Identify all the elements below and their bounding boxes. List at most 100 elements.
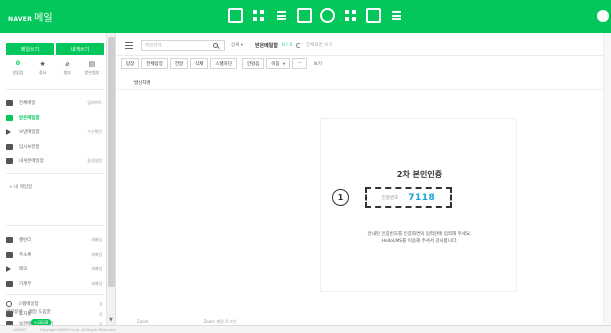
folder-name: 가계부 (19, 281, 32, 287)
mail-top-toolbar: 상세 ▾ 받은메일함 0 / 3 전체화면 보기 (117, 38, 611, 52)
auth-description: 안내된 인증번호를 인증화면의 입력란에 입력해 주세요. HelloLMS를 … (321, 231, 518, 245)
status-bar: NAVER Copyright NAVER Corp. All Rights R… (0, 325, 611, 333)
quick-filter-received-attachments[interactable]: ▤ 받은첨부 (80, 60, 104, 76)
mail-search-input[interactable] (145, 42, 211, 48)
folder-item[interactable]: 보낸메일함 수신확인 (6, 125, 102, 140)
calendar-app-icon[interactable] (297, 8, 312, 23)
forward-button[interactable]: 전달 (169, 58, 189, 69)
auth-description-line: HelloLMS를 이용해 주셔서 감사합니다. (381, 239, 458, 244)
sidebar-divider (6, 294, 104, 295)
folder-item[interactable]: 전체메일 업데이트 (6, 96, 102, 111)
mail-action-toolbar: 답장 전체답장 전달 삭제 스팸차단 안읽음 이동 ▼ ··· 보기 (121, 58, 322, 69)
auth-code-value: 7118 (408, 192, 436, 203)
quick-filter-label: 중요 (38, 70, 47, 75)
grid-app-icon[interactable] (251, 8, 266, 23)
folder-meta: 0 (99, 301, 102, 307)
naver-mail-logo[interactable]: NAVER 메일 (8, 9, 53, 24)
folder-item[interactable]: 임시보관함 (6, 140, 102, 155)
list-app-icon[interactable] (274, 8, 289, 23)
sidebar-divider (6, 89, 104, 90)
folder-icon (6, 158, 13, 165)
circle-app-icon[interactable] (320, 8, 335, 23)
home-app-icon[interactable] (366, 8, 381, 23)
scrollbar-thumb[interactable] (108, 37, 115, 287)
zoom-login-label[interactable]: Zoom 계정 로그인 (204, 319, 236, 325)
mail-app-icon[interactable] (228, 8, 243, 23)
folder-icon (6, 100, 13, 107)
zoom-app-label[interactable]: Zoom (137, 319, 149, 324)
mail-main: 상세 ▾ 받은메일함 0 / 3 전체화면 보기 답장 전체답장 전달 삭제 스… (117, 33, 611, 325)
folder-name: 내게쓴메일함 (19, 159, 44, 165)
taskbar-zoom-strip: Zoom Zoom 계정 로그인 (117, 318, 611, 325)
auth-title: 2차 본인인증 (396, 170, 443, 179)
scroll-down-icon[interactable]: ▼ (109, 317, 113, 323)
folder-name: 전체메일 (19, 101, 36, 107)
folder-icon (6, 280, 13, 287)
delete-button[interactable]: 삭제 (190, 58, 209, 69)
header-divider (117, 89, 611, 90)
status-brand: NAVER (14, 327, 26, 332)
quick-filter-label: 받은첨부 (84, 70, 100, 75)
folder-name: 스팸메일함 (18, 302, 39, 307)
move-button-label: 이동 (271, 61, 280, 67)
mail-search-box[interactable] (141, 39, 225, 51)
contacts-app-icon[interactable] (343, 8, 358, 23)
content-scrollbar[interactable] (603, 33, 611, 325)
mail-sidebar: 메일쓰기 내게쓰기 0 안읽음 ★ 중요 ⌀ 첨부 ▤ 받은첨부 전체메일 업데이… (0, 33, 107, 327)
menu-app-icon[interactable] (389, 8, 404, 23)
folder-item[interactable]: 스팸메일함 0 (6, 299, 102, 309)
hamburger-menu-icon[interactable] (125, 41, 133, 49)
top-navigation-bar: NAVER 메일 (0, 0, 611, 33)
reply-all-button[interactable]: 전체답장 (141, 58, 168, 69)
folder-meta: 0 (99, 311, 102, 317)
block-spam-button[interactable]: 스팸차단 (210, 58, 237, 69)
quick-filter-attachment[interactable]: ⌀ 첨부 (55, 60, 79, 76)
sidebar-divider (6, 173, 104, 174)
full-screen-link[interactable]: 전체화면 보기 (306, 42, 332, 48)
two-factor-auth-card: 2차 본인인증 1 인증번호 7118 안내된 인증번호를 인증화면의 입력란에… (320, 118, 517, 292)
reply-button[interactable]: 답장 (121, 58, 140, 69)
mark-unread-button[interactable]: 안읽음 (241, 58, 265, 69)
add-my-folder-link[interactable]: + 내 메일함 (9, 184, 32, 190)
mail-storage-link[interactable]: 메일용량 (6, 309, 23, 315)
quick-filters: 0 안읽음 ★ 중요 ⌀ 첨부 ▤ 받은첨부 (6, 60, 104, 76)
folder-icon (6, 143, 13, 150)
folder-item[interactable]: 내게쓴메일함 환경설정 (6, 154, 102, 169)
app-switcher (228, 8, 404, 23)
detail-search-dropdown[interactable]: 상세 ▾ (231, 42, 243, 48)
folder-icon (6, 237, 13, 244)
folder-name: 캘린더 (19, 238, 32, 244)
quick-filter-important[interactable]: ★ 중요 (31, 60, 55, 76)
folder-icon (6, 114, 13, 121)
user-avatar-icon[interactable] (597, 10, 609, 22)
quick-filter-label: 첨부 (63, 70, 71, 75)
sidebar-footer: 메일용량 메일 도움말 (6, 309, 51, 315)
folder-meta: 업데이트 (87, 100, 102, 106)
folder-item[interactable]: 주소록 새메일 (6, 248, 102, 263)
more-actions-button[interactable]: ··· (292, 58, 307, 69)
folder-meta: 새메일 (90, 280, 102, 286)
write-mail-button[interactable]: 메일쓰기 (6, 43, 54, 55)
paperclip-icon: ⌀ (65, 60, 70, 68)
archive-icon: ▤ (88, 60, 96, 68)
folder-icon (6, 251, 13, 258)
refresh-icon[interactable] (296, 42, 302, 48)
mail-help-link[interactable]: 메일 도움말 (29, 309, 51, 315)
folder-item[interactable]: 받은메일함 (6, 111, 102, 126)
folder-item[interactable]: 메모 새메일 (6, 262, 102, 277)
current-folder-title: 받은메일함 (254, 42, 278, 49)
quick-filter-unread[interactable]: 0 안읽음 (6, 60, 30, 76)
view-option-link[interactable]: 보기 (314, 61, 322, 67)
folder-meta: 새메일 (90, 251, 102, 257)
folder-name: 임시보관함 (19, 144, 40, 150)
step-number-badge: 1 (332, 189, 349, 206)
move-button[interactable]: 이동 ▼ (266, 58, 291, 69)
sidebar-divider (6, 225, 104, 226)
search-icon[interactable] (213, 42, 218, 48)
sidebar-scrollbar[interactable]: ▼ (107, 33, 116, 325)
folder-item[interactable]: 캘린더 새메일 (6, 233, 102, 248)
auth-description-line: 안내된 인증번호를 인증화면의 입력란에 입력해 주세요. (367, 232, 472, 237)
unread-count: 0 (15, 60, 21, 67)
folder-item[interactable]: 가계부 새메일 (6, 277, 102, 292)
write-to-self-button[interactable]: 내게쓰기 (56, 43, 104, 55)
